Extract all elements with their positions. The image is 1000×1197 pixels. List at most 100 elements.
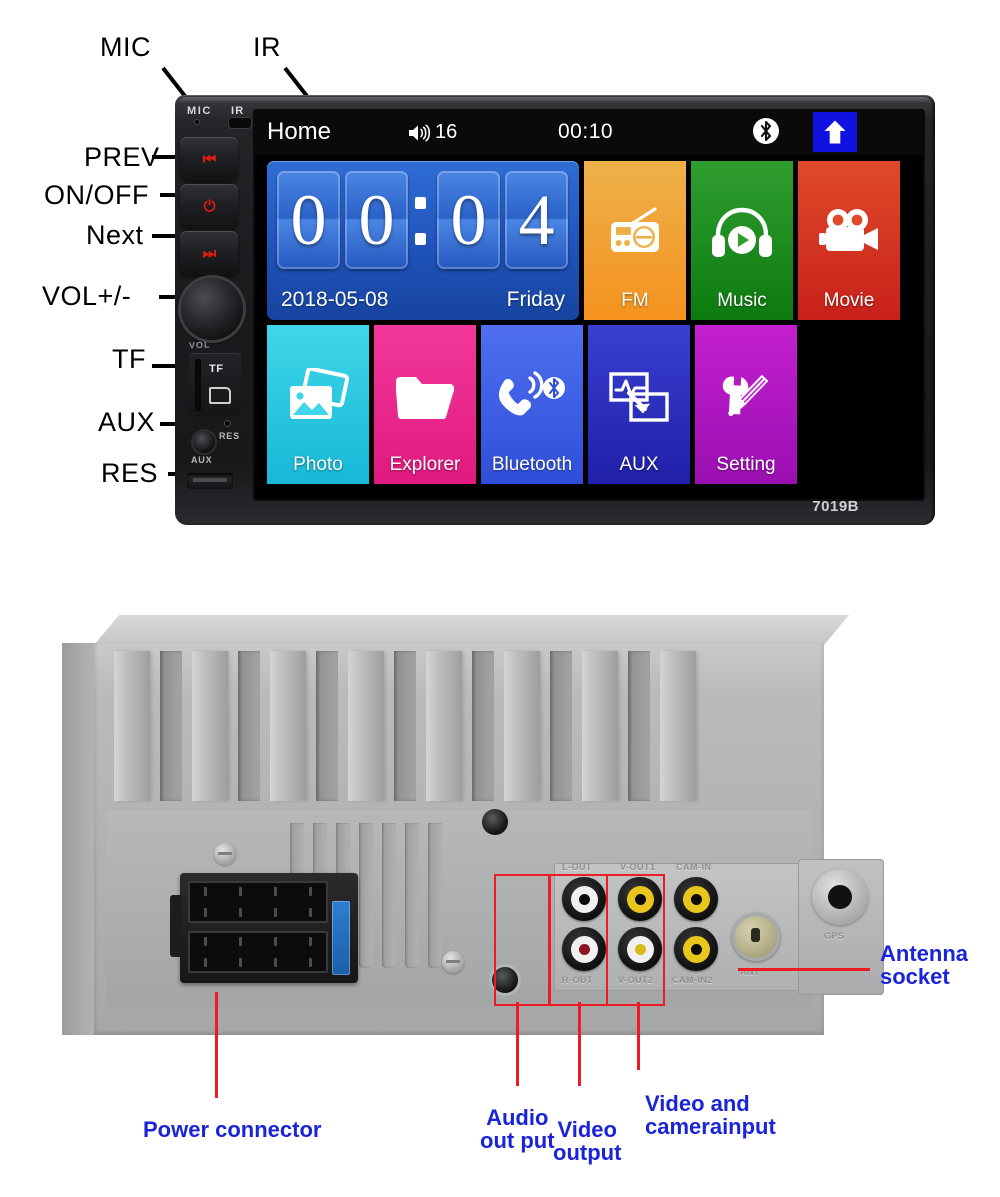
connector-block-a xyxy=(188,881,328,923)
tile-label-movie: Movie xyxy=(823,290,875,311)
tile-label-bluetooth: Bluetooth xyxy=(491,454,573,475)
callout-label-tf: TF xyxy=(112,344,146,374)
gps-jack[interactable] xyxy=(812,869,868,925)
gps-socket-pad: GPS xyxy=(798,859,884,995)
power-icon: ⏻ xyxy=(203,197,216,215)
power-button[interactable]: ⏻ xyxy=(180,184,238,228)
annotation-antenna-line1: Antenna xyxy=(880,941,968,966)
tile-photo[interactable]: Photo xyxy=(267,325,369,484)
tf-marking: TF xyxy=(209,363,224,375)
tile-setting[interactable]: Setting xyxy=(695,325,797,484)
picture-icon xyxy=(267,351,369,443)
jack-cam-in2[interactable] xyxy=(674,927,718,971)
speaker-icon xyxy=(409,124,430,141)
callout-label-prev: PREV xyxy=(84,142,160,172)
usb-tongue-icon xyxy=(193,478,227,482)
annotation-audio-output: Audio out put xyxy=(480,1106,555,1153)
label-cam-in2: CAM-IN2 xyxy=(672,975,713,985)
tile-row-2: Photo Explorer Bluetooth AUX Setting xyxy=(267,325,912,484)
prev-button[interactable]: ⏮ xyxy=(180,137,238,181)
bezel-highlight xyxy=(179,97,931,104)
antenna-jack[interactable] xyxy=(732,913,780,961)
ir-sensor-icon xyxy=(229,118,251,128)
mic-marking: MIC xyxy=(187,105,212,117)
clock-min-ones: 4 xyxy=(505,171,568,269)
bluetooth-glyph-icon xyxy=(760,120,772,142)
home-arrow-icon xyxy=(824,120,846,144)
annotation-camera-line2: camerainput xyxy=(645,1114,776,1140)
front-unit: MIC IR ⏮ ⏻ ⏭ VOL TF AUX RES Home 16 00:1… xyxy=(175,95,935,525)
tile-label-music: Music xyxy=(717,290,767,311)
tile-fm[interactable]: FM xyxy=(584,161,686,320)
tile-movie[interactable]: Movie xyxy=(798,161,900,320)
radio-icon xyxy=(584,187,686,279)
label-cam-in: CAM-IN xyxy=(676,862,712,872)
heatsink-fins xyxy=(114,651,814,801)
next-button[interactable]: ⏭ xyxy=(180,231,238,275)
connector-pins xyxy=(188,881,328,923)
tile-label-fm: FM xyxy=(621,290,649,311)
annotation-video-output: Video output xyxy=(553,1118,621,1165)
folder-icon xyxy=(374,351,476,443)
tile-bluetooth[interactable]: Bluetooth xyxy=(481,325,583,484)
sd-card-icon xyxy=(209,387,231,404)
tile-label-setting: Setting xyxy=(716,454,776,475)
label-gps: GPS xyxy=(824,931,845,941)
clock-widget[interactable]: 0 0 0 4 2018-05-08 Friday xyxy=(267,161,579,320)
chassis-side-face xyxy=(62,643,96,1035)
next-icon: ⏭ xyxy=(202,244,217,262)
aux-jack[interactable] xyxy=(193,431,215,453)
headphone-icon xyxy=(691,187,793,279)
status-title: Home xyxy=(267,118,332,145)
phone-bt-icon xyxy=(481,351,583,443)
res-marking: RES xyxy=(219,431,240,441)
prev-icon: ⏮ xyxy=(202,150,217,168)
label-l-out: L-OUT xyxy=(562,862,592,872)
callout-label-vol: VOL+/- xyxy=(42,281,132,311)
annotation-video-line2: output xyxy=(553,1140,622,1166)
rear-small-jack[interactable] xyxy=(482,809,508,835)
bluetooth-icon[interactable] xyxy=(753,118,779,144)
tile-explorer[interactable]: Explorer xyxy=(374,325,476,484)
home-button[interactable] xyxy=(813,112,857,152)
volume-value: 16 xyxy=(435,121,458,143)
leader-power xyxy=(215,992,218,1098)
annotation-power-connector: Power connector xyxy=(143,1117,322,1142)
status-clock: 00:10 xyxy=(558,120,614,143)
clock-min-tens: 0 xyxy=(437,171,500,269)
callout-label-onoff: ON/OFF xyxy=(44,180,149,210)
tools-icon xyxy=(695,351,797,443)
annotation-audio-line1: Audio xyxy=(486,1105,549,1130)
volume-knob[interactable] xyxy=(181,278,243,340)
volume-marking: VOL xyxy=(188,339,211,351)
callout-label-next: Next xyxy=(86,220,144,250)
leader-antenna xyxy=(738,968,870,971)
callout-label-res: RES xyxy=(101,458,159,488)
fuse-holder xyxy=(332,901,350,975)
connector-block-b xyxy=(188,931,328,973)
tile-row-1: 0 0 0 4 2018-05-08 Friday FM Music Movie xyxy=(267,161,912,320)
connector-pins xyxy=(188,931,328,973)
ir-marking: IR xyxy=(231,105,245,117)
connector-ear xyxy=(170,895,182,957)
clock-hour-tens: 0 xyxy=(277,171,340,269)
usb-port[interactable] xyxy=(187,473,233,489)
callout-box-audio xyxy=(494,874,550,1006)
tile-aux[interactable]: AUX xyxy=(588,325,690,484)
callout-box-camera xyxy=(606,874,665,1006)
power-connector[interactable] xyxy=(170,873,358,983)
tile-label-aux: AUX xyxy=(619,454,659,475)
annotation-camera-line1: Video and xyxy=(645,1091,750,1116)
hard-key-column: ⏮ ⏻ ⏭ xyxy=(180,137,242,278)
chassis-screw xyxy=(442,951,464,973)
touchscreen[interactable]: Home 16 00:10 0 0 0 4 2018-05-08 Friday … xyxy=(253,109,925,501)
clock-weekday: Friday xyxy=(506,288,565,311)
mic-pinhole-icon xyxy=(195,120,199,124)
camcorder-icon xyxy=(798,187,900,279)
annotation-audio-line2: out put xyxy=(480,1128,555,1154)
clock-date: 2018-05-08 xyxy=(281,288,389,311)
tf-card-slot[interactable]: TF xyxy=(189,353,241,417)
jack-cam-in1[interactable] xyxy=(674,877,718,921)
tile-music[interactable]: Music xyxy=(691,161,793,320)
reset-pinhole[interactable] xyxy=(225,421,230,426)
